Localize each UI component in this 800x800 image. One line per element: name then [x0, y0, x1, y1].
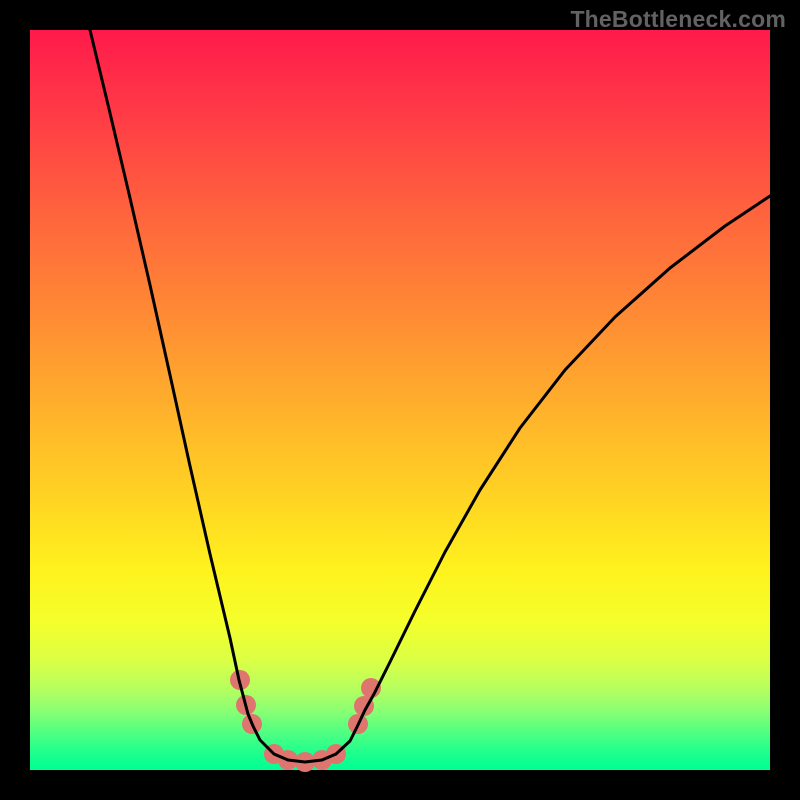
plot-area [30, 30, 770, 770]
chart-frame: TheBottleneck.com [0, 0, 800, 800]
watermark-text: TheBottleneck.com [570, 6, 786, 33]
curve-svg [30, 30, 770, 770]
bottleneck-curve [90, 30, 770, 762]
